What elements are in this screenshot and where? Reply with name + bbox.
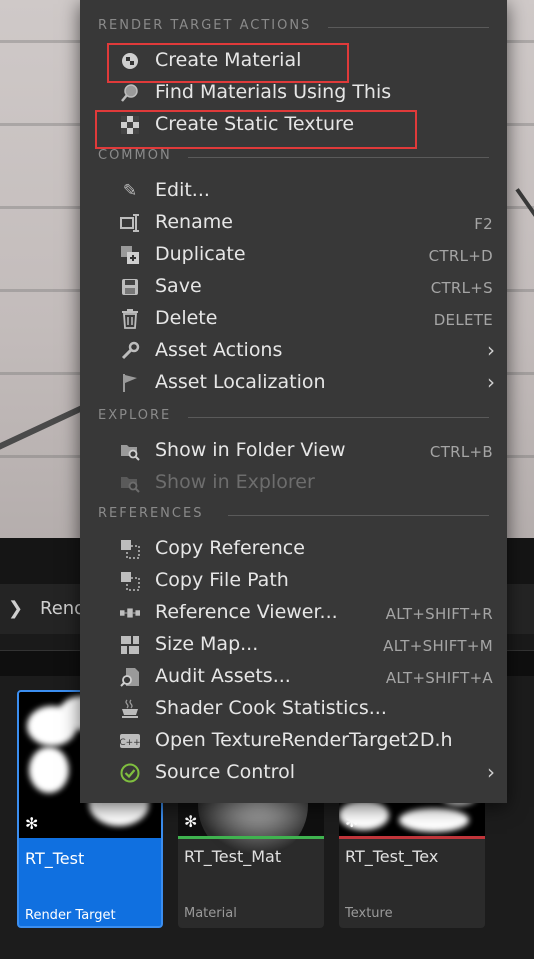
highlight-box-create-static-texture (95, 110, 417, 149)
shortcut-text: CTRL+D (428, 247, 493, 265)
shortcut-text: F2 (474, 215, 493, 233)
highlight-box-create-material (107, 43, 349, 83)
menu-item-asset-actions[interactable]: Asset Actions › (80, 335, 507, 367)
asset-type: Texture (345, 906, 393, 921)
shortcut-text: ALT+SHIFT+R (385, 605, 493, 623)
section-label: COMMON (98, 148, 172, 163)
asset-type-stripe (339, 836, 485, 839)
folder-search-icon (120, 473, 140, 493)
section-divider (328, 27, 489, 28)
section-label: EXPLORE (98, 408, 172, 423)
asset-name: RT_Test_Tex (345, 847, 439, 866)
folder-search-icon (120, 441, 140, 461)
menu-item-open-header[interactable]: C++ Open TextureRenderTarget2D.h (80, 725, 507, 757)
svg-text:C++: C++ (120, 738, 140, 748)
menu-item-source-control[interactable]: Source Control › (80, 757, 507, 789)
menu-item-reference-viewer[interactable]: Reference Viewer... ALT+SHIFT+R (80, 597, 507, 629)
section-label: REFERENCES (98, 506, 204, 521)
menu-item-save[interactable]: Save CTRL+S (80, 271, 507, 303)
rename-icon (120, 213, 140, 233)
asset-type-stripe (19, 838, 161, 841)
pencil-icon: ✎ (122, 181, 138, 201)
section-divider (188, 417, 489, 418)
menu-item-copy-file-path[interactable]: Copy File Path (80, 565, 507, 597)
chevron-right-icon[interactable]: ❯ (8, 598, 23, 619)
duplicate-icon (120, 245, 140, 265)
section-divider (188, 157, 489, 158)
asset-type: Render Target (25, 908, 116, 923)
menu-item-duplicate[interactable]: Duplicate CTRL+D (80, 239, 507, 271)
copy-reference-icon (120, 539, 140, 559)
breadcrumb-folder[interactable]: Rend (40, 598, 86, 619)
teacup-icon (120, 699, 140, 719)
menu-item-size-map[interactable]: Size Map... ALT+SHIFT+M (80, 629, 507, 661)
asset-name: RT_Test_Mat (184, 847, 282, 866)
save-icon (120, 277, 140, 297)
copy-path-icon (120, 571, 140, 591)
section-divider (228, 515, 489, 516)
section-explore: EXPLORE (98, 408, 489, 428)
shortcut-text: CTRL+B (429, 443, 493, 461)
section-common: COMMON (98, 148, 489, 168)
chevron-right-icon: › (487, 338, 495, 362)
section-label: RENDER TARGET ACTIONS (98, 18, 312, 33)
asset-context-menu: RENDER TARGET ACTIONS Create Material Fi… (80, 0, 507, 803)
shortcut-text: DELETE (433, 311, 493, 329)
shortcut-text: CTRL+S (430, 279, 493, 297)
menu-item-audit-assets[interactable]: Audit Assets... ALT+SHIFT+A (80, 661, 507, 693)
asset-name: RT_Test (25, 849, 85, 868)
size-map-icon (120, 635, 140, 655)
reference-viewer-icon (120, 603, 140, 623)
viewport-edge-line (515, 188, 534, 256)
star-icon: ✻ (345, 812, 359, 831)
section-references: REFERENCES (98, 506, 489, 526)
menu-item-copy-reference[interactable]: Copy Reference (80, 533, 507, 565)
magnifier-icon (120, 83, 140, 103)
star-icon: ✻ (184, 812, 198, 831)
audit-icon (120, 667, 140, 687)
asset-type: Material (184, 906, 237, 921)
menu-item-asset-localization[interactable]: Asset Localization › (80, 367, 507, 399)
shortcut-text: ALT+SHIFT+M (383, 637, 493, 655)
menu-item-shader-cook-statistics[interactable]: Shader Cook Statistics... (80, 693, 507, 725)
section-render-target-actions: RENDER TARGET ACTIONS (98, 18, 489, 38)
menu-item-delete[interactable]: Delete DELETE (80, 303, 507, 335)
chevron-right-icon: › (487, 760, 495, 784)
flag-icon (120, 373, 140, 393)
menu-item-show-in-explorer: Show in Explorer (80, 467, 507, 499)
shortcut-text: ALT+SHIFT+A (385, 669, 493, 687)
trash-icon (120, 309, 140, 329)
wrench-icon (120, 341, 140, 361)
menu-item-show-in-folder-view[interactable]: Show in Folder View CTRL+B (80, 435, 507, 467)
star-icon: ✻ (25, 814, 39, 833)
menu-item-edit[interactable]: ✎ Edit... (80, 175, 507, 207)
check-circle-icon (120, 763, 140, 783)
chevron-right-icon: › (487, 370, 495, 394)
menu-item-rename[interactable]: Rename F2 (80, 207, 507, 239)
cpp-file-icon: C++ (120, 731, 140, 751)
asset-type-stripe (178, 836, 324, 839)
